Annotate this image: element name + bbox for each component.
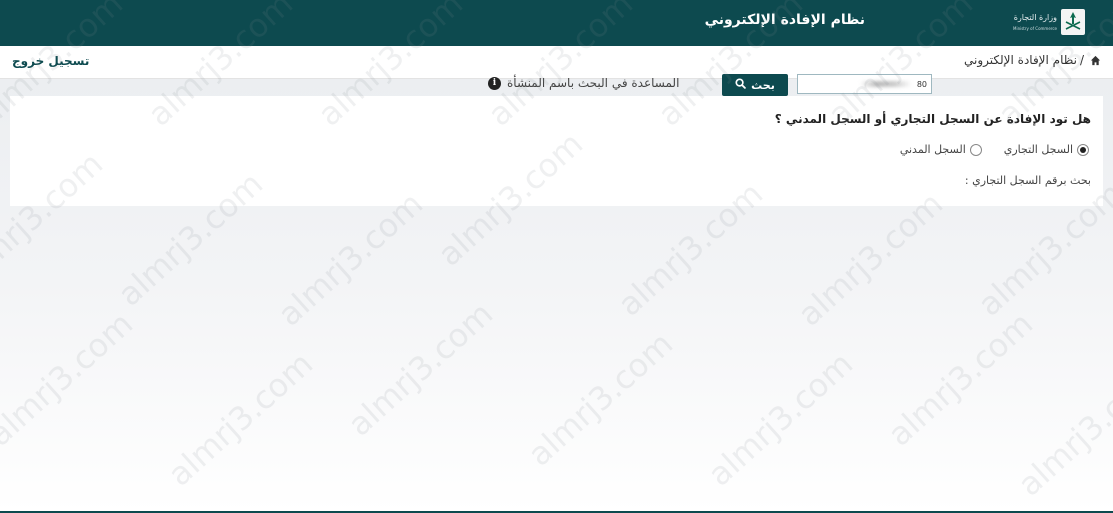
watermark-text: almrj3.com <box>270 184 431 334</box>
search-button-label: بحث <box>751 78 775 92</box>
watermark-text: almrj3.com <box>340 294 501 444</box>
watermark-text: almrj3.com <box>1010 354 1113 504</box>
breadcrumb-current[interactable]: نظام الإفادة الإلكتروني <box>964 53 1077 67</box>
radio-commercial-register[interactable]: السجل التجاري <box>1004 143 1089 156</box>
info-icon[interactable]: i <box>488 76 501 90</box>
inquiry-panel: هل تود الإفادة عن السجل التجاري أو السجل… <box>10 96 1103 206</box>
radio-civil-register-label: السجل المدني <box>899 143 966 156</box>
radio-commercial-register-label: السجل التجاري <box>1003 143 1073 156</box>
watermark-text: almrj3.com <box>520 324 681 474</box>
watermark-text: almrj3.com <box>160 344 321 494</box>
register-type-radio-group: السجل التجاري السجل المدني <box>900 143 1089 156</box>
search-label: بحث برقم السجل التجاري : <box>964 174 1091 187</box>
help-search-by-name-label: المساعدة في البحث باسم المنشأة <box>507 76 680 90</box>
home-icon[interactable] <box>1090 55 1101 66</box>
commercial-register-number-input[interactable] <box>797 74 932 94</box>
radio-civil-register[interactable]: السجل المدني <box>900 143 982 156</box>
top-header-bar: نظام الإفادة الإلكتروني وزارة التجارة Mi… <box>0 0 1113 46</box>
watermark-text: almrj3.com <box>790 184 951 334</box>
breadcrumb: / نظام الإفادة الإلكتروني <box>964 53 1101 67</box>
search-icon <box>735 78 746 92</box>
ministry-name-english: Ministry of Commerce <box>1013 26 1057 31</box>
radio-civil-register-circle[interactable] <box>969 143 982 156</box>
breadcrumb-separator: / <box>1079 53 1084 67</box>
ministry-emblem-icon <box>1061 9 1085 35</box>
watermark-text: almrj3.com <box>700 344 861 494</box>
help-search-by-name-link[interactable]: المساعدة في البحث باسم المنشأة i <box>488 76 679 90</box>
watermark-text: almrj3.com <box>880 304 1041 454</box>
search-button[interactable]: بحث <box>722 74 788 96</box>
inquiry-question: هل تود الإفادة عن السجل التجاري أو السجل… <box>774 112 1091 126</box>
ministry-logo[interactable]: وزارة التجارة Ministry of Commerce <box>1013 9 1085 37</box>
watermark-text: almrj3.com <box>0 304 141 454</box>
breadcrumb-bar: / نظام الإفادة الإلكتروني تسجيل خروج <box>0 46 1113 79</box>
app-title: نظام الإفادة الإلكتروني <box>704 12 865 28</box>
radio-commercial-register-circle[interactable] <box>1077 143 1089 156</box>
ministry-name-arabic: وزارة التجارة <box>1013 13 1057 22</box>
logout-link[interactable]: تسجيل خروج <box>12 54 89 68</box>
